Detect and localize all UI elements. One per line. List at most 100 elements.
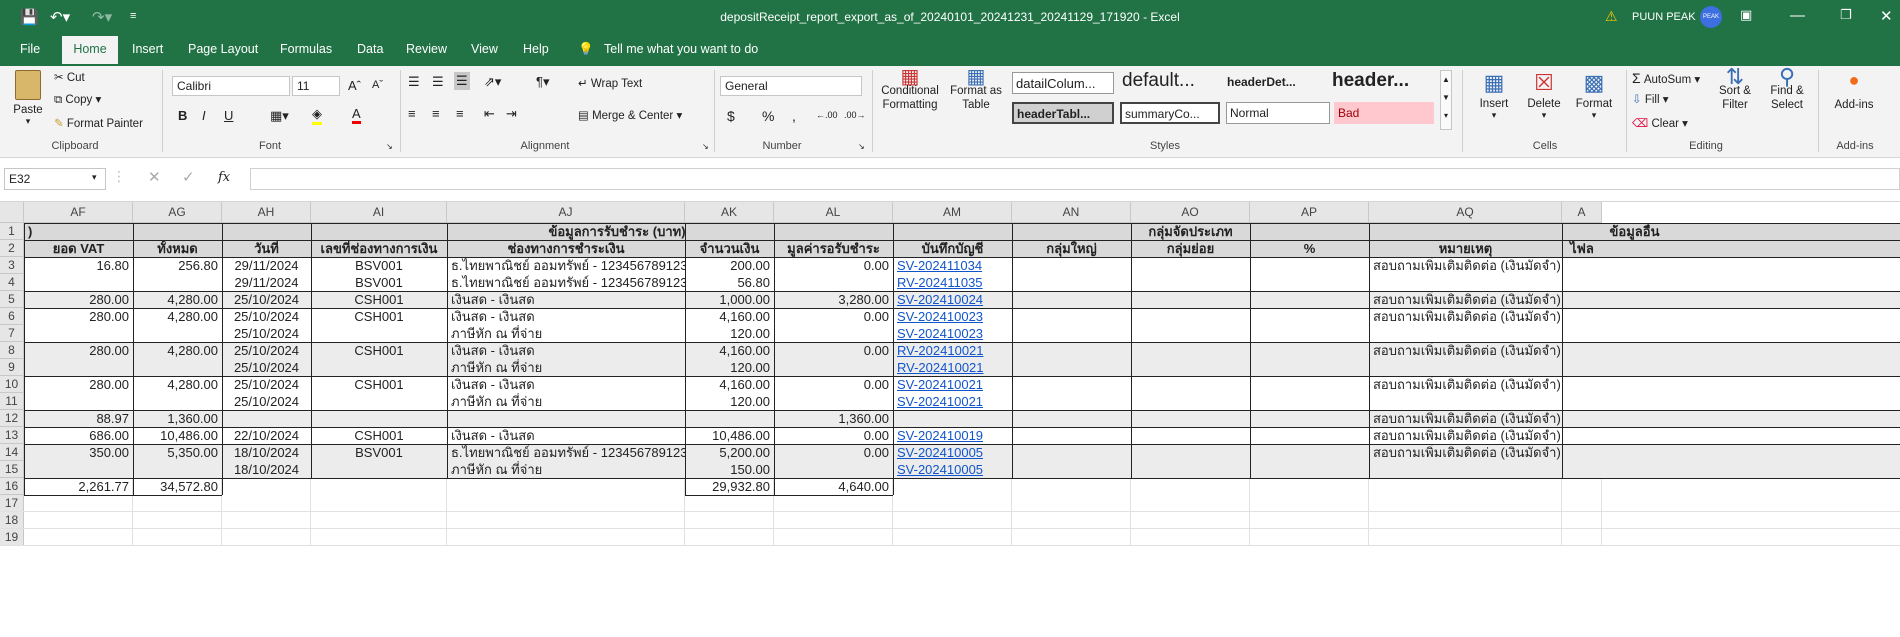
- cut-button[interactable]: ✂ Cut: [54, 70, 85, 84]
- column-header-ai[interactable]: AI: [311, 202, 447, 223]
- style-cell-default[interactable]: default...: [1118, 70, 1216, 92]
- column-header-ak[interactable]: AK: [685, 202, 774, 223]
- tab-review[interactable]: Review: [406, 42, 447, 56]
- journal-link[interactable]: SV-202410023: [893, 308, 1012, 325]
- style-cell-header[interactable]: header...: [1328, 70, 1434, 92]
- align-bottom-icon[interactable]: ☰: [454, 72, 470, 90]
- row-header-11[interactable]: 11: [0, 393, 24, 410]
- format-cells-button[interactable]: ▩ Format ▾: [1572, 70, 1616, 121]
- row-header-3[interactable]: 3: [0, 257, 24, 274]
- number-dialog-launcher-icon[interactable]: ↘: [858, 142, 865, 151]
- column-header-ap[interactable]: AP: [1250, 202, 1369, 223]
- grow-font-icon[interactable]: Aˆ: [348, 78, 361, 93]
- journal-link[interactable]: SV-202410021: [893, 393, 1012, 410]
- column-header-a[interactable]: A: [1562, 202, 1602, 223]
- column-header-aq[interactable]: AQ: [1369, 202, 1562, 223]
- font-dialog-launcher-icon[interactable]: ↘: [386, 142, 393, 151]
- clear-button[interactable]: ⌫ Clear ▾: [1632, 116, 1688, 130]
- increase-indent-icon[interactable]: ⇥: [506, 106, 517, 122]
- wrap-text-button[interactable]: ↵ Wrap Text: [578, 76, 642, 90]
- tab-data[interactable]: Data: [357, 42, 383, 56]
- borders-icon[interactable]: ▦▾: [270, 108, 289, 124]
- styles-gallery-scroll[interactable]: ▲ ▼ ▾: [1440, 70, 1452, 130]
- font-color-icon[interactable]: A: [352, 106, 361, 124]
- journal-link[interactable]: SV-202411034: [893, 257, 1012, 274]
- user-name[interactable]: PUUN PEAK: [1632, 11, 1696, 23]
- increase-decimal-icon[interactable]: ←.00: [816, 110, 838, 120]
- insert-cells-button[interactable]: ▦ Insert ▾: [1472, 70, 1516, 121]
- tell-me-search[interactable]: Tell me what you want to do: [604, 42, 758, 56]
- row-header-15[interactable]: 15: [0, 461, 24, 478]
- tab-formulas[interactable]: Formulas: [280, 42, 332, 56]
- style-cell-header-detail[interactable]: headerDet...: [1224, 72, 1324, 94]
- tab-page-layout[interactable]: Page Layout: [188, 42, 258, 56]
- alignment-dialog-launcher-icon[interactable]: ↘: [702, 142, 709, 151]
- journal-link[interactable]: RV-202411035: [893, 274, 1012, 291]
- journal-link[interactable]: RV-202410021: [893, 359, 1012, 376]
- underline-button[interactable]: U: [224, 108, 233, 123]
- format-painter-button[interactable]: ✎ Format Painter: [54, 116, 143, 130]
- column-header-an[interactable]: AN: [1012, 202, 1131, 223]
- cancel-entry-icon[interactable]: ✕: [148, 168, 161, 186]
- namebox-dropdown-icon[interactable]: ▾: [92, 172, 97, 183]
- row-header-2[interactable]: 2: [0, 240, 24, 257]
- journal-link[interactable]: SV-202410024: [893, 291, 1012, 308]
- decrease-decimal-icon[interactable]: .00→: [844, 110, 866, 120]
- currency-button[interactable]: $: [727, 108, 735, 124]
- bold-button[interactable]: B: [178, 108, 187, 123]
- style-cell-header-table[interactable]: headerTabl...: [1012, 102, 1114, 124]
- ribbon-display-icon[interactable]: ▣: [1740, 7, 1752, 23]
- decrease-indent-icon[interactable]: ⇤: [484, 106, 495, 122]
- autosum-button[interactable]: Σ AutoSum ▾: [1632, 70, 1700, 86]
- fill-button[interactable]: ⇩ Fill ▾: [1632, 92, 1669, 106]
- style-cell-summary-column[interactable]: summaryCo...: [1120, 102, 1220, 124]
- sort-filter-button[interactable]: ⇅ Sort & Filter: [1710, 66, 1760, 112]
- column-header-ah[interactable]: AH: [222, 202, 311, 223]
- row-header-1[interactable]: 1: [0, 223, 24, 240]
- row-header-12[interactable]: 12: [0, 410, 24, 427]
- text-direction-icon[interactable]: ¶▾: [536, 74, 550, 90]
- shrink-font-icon[interactable]: Aˇ: [372, 79, 383, 91]
- conditional-formatting-button[interactable]: ▦ Conditional Formatting: [878, 67, 942, 112]
- tab-help[interactable]: Help: [523, 42, 549, 56]
- formula-input[interactable]: [250, 168, 1900, 190]
- row-header-16[interactable]: 16: [0, 478, 24, 495]
- row-header-5[interactable]: 5: [0, 291, 24, 308]
- column-header-aj[interactable]: AJ: [447, 202, 685, 223]
- journal-link[interactable]: SV-202410005: [893, 444, 1012, 461]
- row-header-7[interactable]: 7: [0, 325, 24, 342]
- avatar[interactable]: PEAK: [1700, 6, 1722, 28]
- row-header-19[interactable]: 19: [0, 529, 24, 546]
- row-header-9[interactable]: 9: [0, 359, 24, 376]
- tab-view[interactable]: View: [471, 42, 498, 56]
- tab-file[interactable]: File: [20, 42, 40, 56]
- row-header-13[interactable]: 13: [0, 427, 24, 444]
- number-format-select[interactable]: General: [720, 76, 862, 96]
- insert-function-icon[interactable]: fx: [218, 170, 230, 185]
- close-icon[interactable]: ✕: [1880, 7, 1893, 25]
- format-as-table-button[interactable]: ▦ Format as Table: [948, 67, 1004, 112]
- journal-link[interactable]: SV-202410005: [893, 461, 1012, 478]
- journal-link[interactable]: SV-202410019: [893, 427, 1012, 444]
- find-select-button[interactable]: ⚲ Find & Select: [1762, 66, 1812, 112]
- copy-button[interactable]: ⧉ Copy ▾: [54, 92, 101, 107]
- column-header-ao[interactable]: AO: [1131, 202, 1250, 223]
- minimize-icon[interactable]: —: [1790, 7, 1805, 24]
- column-header-am[interactable]: AM: [893, 202, 1012, 223]
- row-header-6[interactable]: 6: [0, 308, 24, 325]
- font-size-select[interactable]: 11: [292, 76, 340, 96]
- journal-link[interactable]: SV-202410021: [893, 376, 1012, 393]
- row-header-17[interactable]: 17: [0, 495, 24, 512]
- paste-button[interactable]: Paste ▾: [10, 70, 46, 127]
- italic-button[interactable]: I: [202, 108, 206, 123]
- tab-home[interactable]: Home: [62, 36, 118, 66]
- row-header-8[interactable]: 8: [0, 342, 24, 359]
- row-header-14[interactable]: 14: [0, 444, 24, 461]
- fill-color-icon[interactable]: ◈: [312, 106, 322, 125]
- delete-cells-button[interactable]: ☒ Delete ▾: [1522, 70, 1566, 121]
- column-header-af[interactable]: AF: [24, 202, 133, 223]
- orientation-icon[interactable]: ⇗▾: [484, 74, 501, 90]
- percent-button[interactable]: %: [762, 108, 774, 124]
- row-header-10[interactable]: 10: [0, 376, 24, 393]
- journal-link[interactable]: RV-202410021: [893, 342, 1012, 359]
